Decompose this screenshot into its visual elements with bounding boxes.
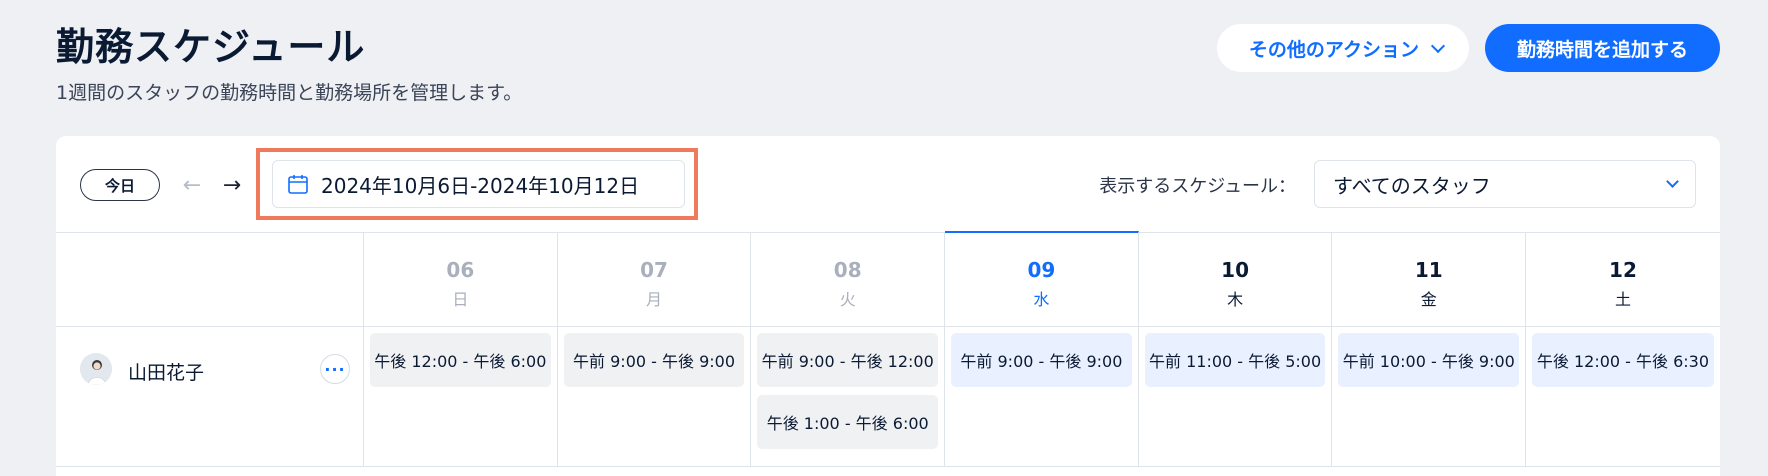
- more-actions-label: その他のアクション: [1248, 38, 1419, 61]
- day-header-today: 09 水: [945, 231, 1139, 326]
- shift-block[interactable]: 午前 9:00 - 午後 9:00: [563, 333, 745, 387]
- shift-cell[interactable]: 午前 10:00 - 午後 9:00: [1332, 327, 1527, 466]
- shift-block[interactable]: 午後 12:00 - 午後 6:00: [370, 333, 551, 387]
- staff-row: 山田花子 ··· 午後 12:00 - 午後 6:00 午前 9:00 - 午後…: [56, 327, 1720, 467]
- day-number: 10: [1221, 258, 1250, 282]
- day-number: 09: [1027, 258, 1056, 282]
- shift-cell[interactable]: 午前 11:00 - 午後 5:00: [1139, 327, 1333, 466]
- shift-block[interactable]: 午後 1:00 - 午後 6:00: [757, 395, 939, 449]
- date-range-text: 2024年10月6日-2024年10月12日: [321, 173, 640, 198]
- day-header: 07 月: [558, 233, 752, 326]
- day-weekday: 月: [646, 290, 663, 309]
- day-weekday: 水: [1033, 290, 1050, 309]
- staff-name: 山田花子: [128, 362, 205, 384]
- add-working-hours-button[interactable]: 勤務時間を追加する: [1484, 24, 1720, 72]
- day-number: 12: [1609, 258, 1637, 282]
- day-number: 11: [1414, 258, 1443, 282]
- page-subtitle: 1週間のスタッフの勤務時間と勤務場所を管理します。: [56, 82, 523, 104]
- chevron-down-icon: [1666, 174, 1679, 188]
- shift-block[interactable]: 午前 9:00 - 午後 12:00: [757, 333, 939, 387]
- day-header: 12 土: [1526, 233, 1720, 326]
- staff-info-cell: 山田花子 ···: [56, 327, 364, 466]
- schedule-card: 今日 ← → 2024年10月6日-2024年10月12日 表示するスケジュール…: [56, 136, 1720, 476]
- staff-column-header: [56, 233, 364, 326]
- day-header: 11 金: [1332, 233, 1527, 326]
- day-header-row: 06 日 07 月 08 火 09 水 10 木 11 金 12 土: [56, 231, 1720, 327]
- header-actions: その他のアクション 勤務時間を追加する: [1216, 24, 1720, 72]
- day-number: 06: [446, 258, 475, 282]
- calendar-icon: [288, 175, 308, 194]
- day-number: 08: [833, 258, 862, 282]
- day-weekday: 土: [1614, 290, 1631, 309]
- day-weekday: 日: [452, 290, 469, 309]
- more-options-icon[interactable]: ···: [320, 354, 350, 384]
- schedule-grid: 06 日 07 月 08 火 09 水 10 木 11 金 12 土 山田花子 …: [56, 231, 1720, 467]
- avatar: [80, 353, 112, 385]
- day-header: 06 日: [364, 233, 558, 326]
- shift-block[interactable]: 午前 9:00 - 午後 9:00: [951, 333, 1132, 387]
- day-weekday: 木: [1227, 290, 1244, 309]
- day-header: 10 木: [1139, 233, 1333, 326]
- day-number: 07: [640, 258, 668, 282]
- day-header: 08 火: [751, 233, 946, 326]
- shift-block[interactable]: 午後 12:00 - 午後 6:30: [1532, 333, 1714, 387]
- shift-cell[interactable]: 午前 9:00 - 午後 12:00 午後 1:00 - 午後 6:00: [751, 327, 946, 466]
- person-icon: [80, 353, 112, 385]
- date-range-picker[interactable]: 2024年10月6日-2024年10月12日: [272, 160, 685, 208]
- staff-filter-select[interactable]: すべてのスタッフ: [1314, 160, 1696, 208]
- more-actions-button[interactable]: その他のアクション: [1216, 24, 1469, 72]
- page-title: 勤務スケジュール: [56, 25, 366, 69]
- shift-block[interactable]: 午前 10:00 - 午後 9:00: [1338, 333, 1520, 387]
- today-button[interactable]: 今日: [80, 169, 160, 201]
- shift-cell[interactable]: 午後 12:00 - 午後 6:00: [364, 327, 558, 466]
- shift-cell[interactable]: 午前 9:00 - 午後 9:00: [945, 327, 1139, 466]
- chevron-down-icon: [1430, 38, 1446, 53]
- day-weekday: 金: [1420, 290, 1437, 309]
- schedule-filter-label: 表示するスケジュール：: [1099, 176, 1296, 197]
- shift-block[interactable]: 午前 11:00 - 午後 5:00: [1144, 333, 1326, 387]
- page-header: 勤務スケジュール 1週間のスタッフの勤務時間と勤務場所を管理します。: [56, 22, 522, 105]
- shift-cell[interactable]: 午後 12:00 - 午後 6:30: [1526, 327, 1720, 466]
- staff-filter-value: すべてのスタッフ: [1333, 173, 1491, 198]
- schedule-toolbar: 今日 ← → 2024年10月6日-2024年10月12日 表示するスケジュール…: [56, 136, 1720, 233]
- shift-cell[interactable]: 午前 9:00 - 午後 9:00: [558, 327, 752, 466]
- day-weekday: 火: [839, 290, 856, 309]
- prev-week-arrow-icon[interactable]: ←: [178, 169, 206, 201]
- next-week-arrow-icon[interactable]: →: [218, 169, 246, 201]
